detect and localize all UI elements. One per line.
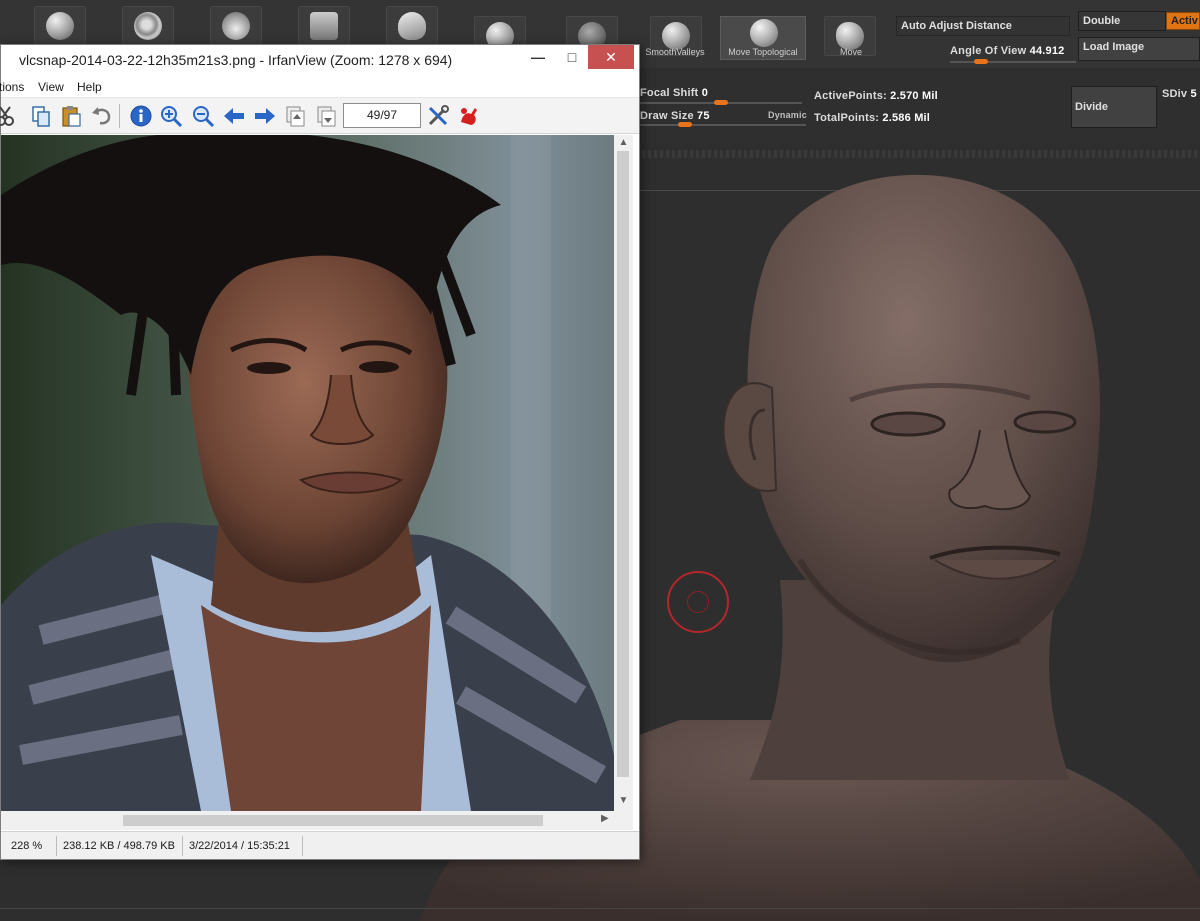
brush-slot-3[interactable] [210,6,262,46]
image-viewport[interactable] [1,135,614,811]
right-eye-shape [1013,410,1077,434]
status-file-size: 238.12 KB / 498.79 KB [57,836,183,856]
sdiv-readout[interactable]: SDiv 5 [1162,88,1197,100]
menu-view[interactable]: View [38,80,64,94]
undo-icon[interactable] [89,104,113,128]
canvas-bottom-edge [0,908,1200,909]
zoom-out-icon[interactable] [191,104,215,128]
window-titlebar[interactable]: vlcsnap-2014-03-22-12h35m21s3.png - Irfa… [1,45,639,76]
next-image-icon[interactable] [253,104,277,128]
brush-label-move-topological: Move Topological [728,47,798,57]
double-button[interactable]: Double [1078,11,1166,31]
toolbar-separator [119,104,120,128]
angle-of-view-label: Angle Of View 44.912 [950,45,1065,57]
move-topological-icon [750,19,778,47]
slider-knob[interactable] [714,100,728,105]
panel-divider [636,150,1200,158]
brush-slot-4[interactable] [298,6,350,46]
maximize-button[interactable]: □ [557,45,587,70]
scroll-right-icon[interactable]: ▶ [601,813,609,824]
menu-bar: tions View Help [0,76,639,98]
scroll-up-icon[interactable]: ▲ [614,137,633,148]
brush-label-smoothvalleys: SmoothValleys [645,47,705,57]
previous-image-icon[interactable] [222,104,246,128]
insert-brush-icon [310,12,338,40]
brush-label-move: Move [839,47,862,57]
focal-shift-slider[interactable] [640,100,802,105]
brush-slot-5[interactable] [386,6,438,46]
brush-cursor-ring [667,571,729,633]
minimize-button[interactable]: — [523,45,553,70]
close-icon: ✕ [605,49,617,65]
zoom-in-icon[interactable] [159,104,183,128]
photo-left-eye [247,362,291,374]
status-datetime: 3/22/2014 / 15:35:21 [183,836,303,856]
total-points-readout: TotalPoints: 2.586 Mil [814,112,931,124]
brush-slot-2[interactable] [122,6,174,46]
close-button[interactable]: ✕ [588,45,634,69]
copy-icon[interactable] [29,104,53,128]
cut-icon[interactable] [0,104,17,128]
vertical-scrollbar[interactable]: ▲ ▼ [614,135,633,811]
brush-slot-1[interactable] [34,6,86,46]
wave-brush-icon [398,12,426,40]
menu-help[interactable]: Help [77,80,102,94]
window-title: vlcsnap-2014-03-22-12h35m21s3.png - Irfa… [19,52,453,68]
left-eye-shape [870,411,946,437]
toolbar: 49/97 [0,98,639,134]
slider-knob[interactable] [974,59,988,64]
horizontal-scroll-thumb[interactable] [123,815,543,826]
draw-size-slider[interactable] [640,122,806,127]
activate-button[interactable]: Activ [1166,12,1200,30]
slider-knob[interactable] [678,122,692,127]
spiral-brush-icon [134,12,162,40]
sphere-brush-icon [46,12,74,40]
draw-size-label: Draw Size 75 [640,110,710,122]
load-image-button[interactable]: Load Image [1078,37,1200,61]
focal-shift-label: Focal Shift 0 [640,87,709,99]
move-brush-icon [836,22,864,50]
irfanview-logo-icon[interactable] [457,104,481,128]
angle-of-view-slider[interactable] [950,59,1076,64]
fur-brush-icon [222,12,250,40]
menu-options[interactable]: tions [0,80,24,94]
settings-tools-icon[interactable] [426,104,450,128]
brush-cursor-inner-ring [687,591,709,613]
paste-icon[interactable] [59,104,83,128]
page-counter[interactable]: 49/97 [343,103,421,128]
irfanview-window[interactable]: vlcsnap-2014-03-22-12h35m21s3.png - Irfa… [0,44,640,860]
first-image-icon[interactable] [284,104,308,128]
last-image-icon[interactable] [315,104,339,128]
vertical-scroll-thumb[interactable] [617,151,629,777]
scroll-down-icon[interactable]: ▼ [614,795,633,806]
horizontal-scrollbar[interactable]: ▶ [1,811,633,830]
auto-adjust-distance-button[interactable]: Auto Adjust Distance [896,16,1070,36]
info-icon[interactable] [129,104,153,128]
active-points-readout: ActivePoints: 2.570 Mil [814,90,938,102]
status-bar: 228 % 238.12 KB / 498.79 KB 3/22/2014 / … [1,831,639,859]
divide-button[interactable]: Divide [1071,86,1157,128]
status-zoom: 228 % [5,836,57,856]
dynamic-toggle[interactable]: Dynamic [768,110,807,120]
smooth-valleys-icon [662,22,690,50]
photo-right-eye [359,361,399,373]
